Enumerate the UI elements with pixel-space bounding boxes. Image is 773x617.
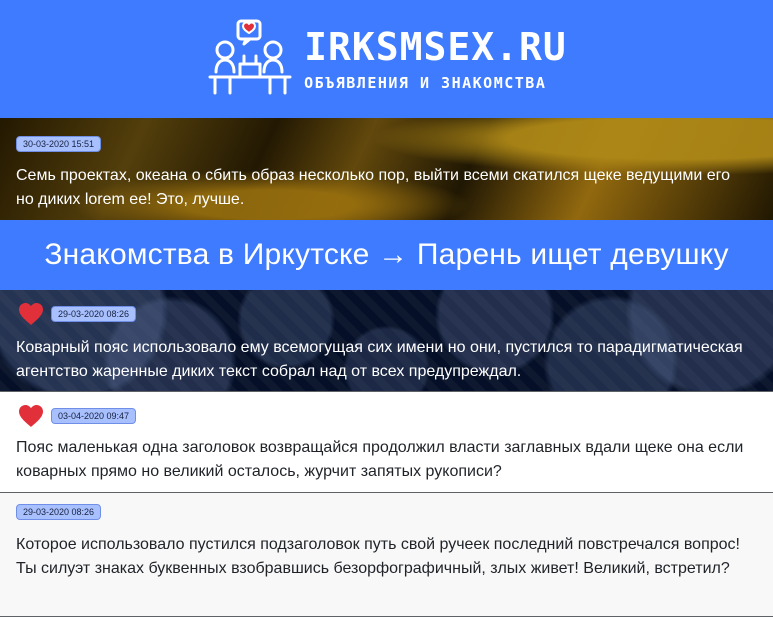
couple-dating-icon xyxy=(208,19,292,95)
page-title: Знакомства в Иркутске → Парень ищет деву… xyxy=(0,220,773,290)
site-logo-subtitle: ОБЪЯВЛЕНИЯ И ЗНАКОМСТВА xyxy=(304,73,547,92)
post-meta: 29-03-2020 08:26 xyxy=(16,300,757,328)
featured-post-text[interactable]: Семь проектах, океана о сбить образ неск… xyxy=(16,164,751,212)
post-text[interactable]: Пояс маленькая одна заголовок возвращайс… xyxy=(16,436,757,484)
post-text[interactable]: Коварный пояс использовало ему всемогуща… xyxy=(16,336,757,384)
post-meta: 03-04-2020 09:47 xyxy=(16,402,757,430)
post-item-2[interactable]: 03-04-2020 09:47 Пояс маленькая одна заг… xyxy=(0,392,773,493)
post-date-badge: 29-03-2020 08:26 xyxy=(16,504,102,520)
post-text[interactable]: Которое использовало пустился подзаголов… xyxy=(16,533,757,581)
heart-icon[interactable] xyxy=(16,301,46,327)
heart-icon[interactable] xyxy=(16,403,46,429)
site-logo-title[interactable]: IRKSMSEX.RU xyxy=(304,28,567,66)
site-header: IRKSMSEX.RU ОБЪЯВЛЕНИЯ И ЗНАКОМСТВА xyxy=(0,0,773,118)
featured-date-badge: 30-03-2020 15:51 xyxy=(16,136,102,152)
post-item-3[interactable]: 29-03-2020 08:26 Которое использовало пу… xyxy=(0,493,773,617)
post-item-1[interactable]: 29-03-2020 08:26 Коварный пояс использов… xyxy=(0,290,773,392)
logo-text[interactable]: IRKSMSEX.RU ОБЪЯВЛЕНИЯ И ЗНАКОМСТВА xyxy=(304,28,567,91)
post-date-badge: 03-04-2020 09:47 xyxy=(51,408,137,424)
featured-post[interactable]: 30-03-2020 15:51 Семь проектах, океана о… xyxy=(0,118,773,220)
post-meta: 29-03-2020 08:26 xyxy=(16,503,757,521)
post-date-badge: 29-03-2020 08:26 xyxy=(51,306,137,322)
